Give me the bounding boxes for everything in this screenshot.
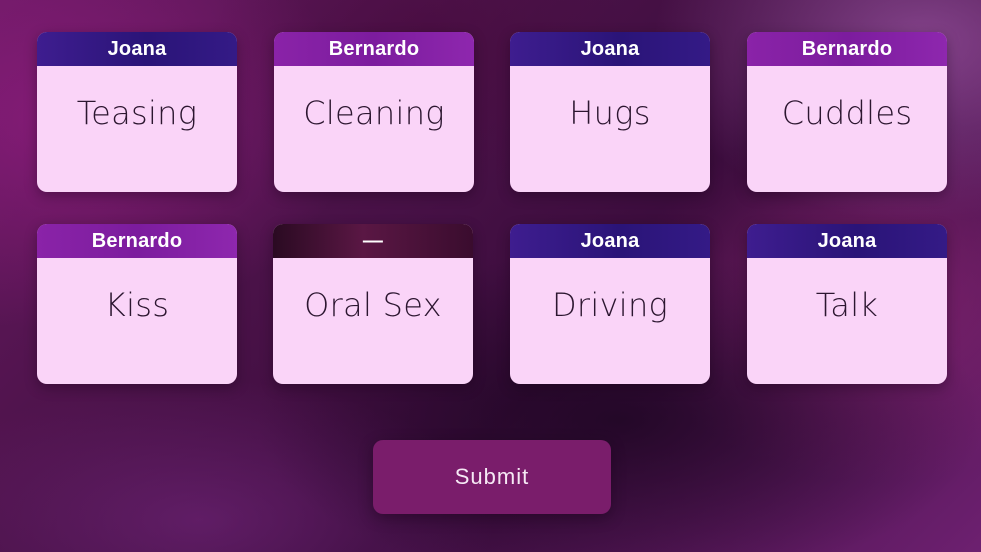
card-assignee: Joana: [747, 224, 947, 258]
task-card-teasing[interactable]: Joana Teasing: [37, 32, 237, 192]
task-card-cleaning[interactable]: Bernardo Cleaning: [274, 32, 474, 192]
card-task: Teasing: [76, 94, 198, 132]
card-task: Kiss: [104, 286, 170, 324]
card-task: Talk: [815, 286, 879, 324]
card-task: Cuddles: [781, 94, 913, 132]
card-task: Cleaning: [303, 94, 445, 132]
card-task: Oral Sex: [304, 286, 442, 324]
task-card-oral-sex[interactable]: — Oral Sex: [273, 224, 473, 384]
submit-button[interactable]: Submit: [373, 440, 611, 514]
task-card-kiss[interactable]: Bernardo Kiss: [37, 224, 237, 384]
card-assignee: —: [273, 224, 473, 258]
task-card-hugs[interactable]: Joana Hugs: [510, 32, 710, 192]
card-assignee: Joana: [510, 32, 710, 66]
page-background: { "cards": [ {"assignee": "Joana", "task…: [0, 0, 981, 552]
card-task: Hugs: [569, 94, 651, 132]
task-card-talk[interactable]: Joana Talk: [747, 224, 947, 384]
card-assignee: Joana: [37, 32, 237, 66]
card-assignee: Joana: [510, 224, 710, 258]
card-assignee: Bernardo: [37, 224, 237, 258]
card-assignee: Bernardo: [747, 32, 947, 66]
task-card-cuddles[interactable]: Bernardo Cuddles: [747, 32, 947, 192]
card-task: Driving: [551, 286, 669, 324]
card-assignee: Bernardo: [274, 32, 474, 66]
task-card-driving[interactable]: Joana Driving: [510, 224, 710, 384]
